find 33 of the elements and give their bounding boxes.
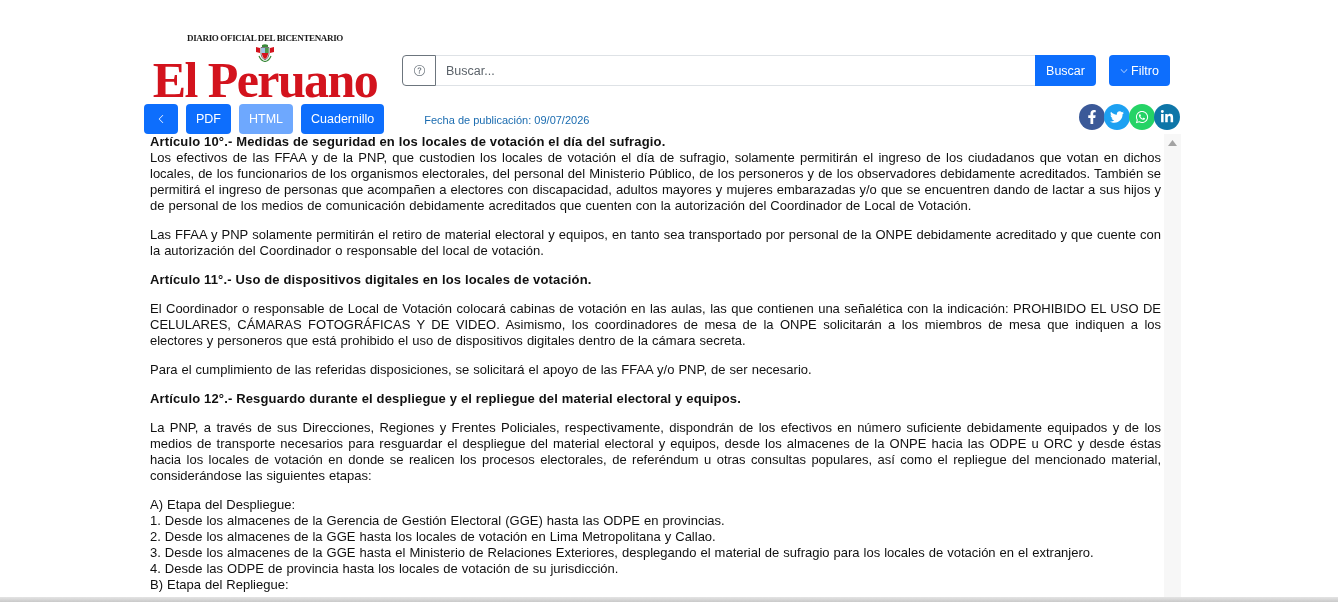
scroll-up-arrow-icon[interactable] <box>1168 140 1177 146</box>
list-line: 3. Desde los almacenes de la GGE hasta el Ministerio de Relaciones Exteriores, desplegando el material de sufragio para los locales de votación en el extranjero. <box>150 545 1095 561</box>
chevron-left-icon <box>156 114 166 124</box>
masthead-logo-text: El Peruano <box>152 62 378 98</box>
article-paragraph: La PNP, a través de sus Direcciones, Regiones y Frentes Policiales, respectivamente, dispondrán de los efectivos en número suficiente debidamente equipados y de los medios de transporte necesarios para resguardar el despliegue del material electoral y equipos, desde los almacenes de la ONPE hacia las ODPE u ORC y desde éstas hacia los locales de votación en donde se realicen los procesos electorales, de referéndum u otras consultas populares, así como el repliegue del mencionado material, considerándose las siguientes etapas: <box>150 420 1161 484</box>
search-field[interactable]: Buscar... <box>436 55 1035 86</box>
article-heading: Artículo 10°.- Medidas de seguridad en los locales de votación el día del sufragio. <box>150 134 667 150</box>
help-icon <box>413 65 425 76</box>
article-heading: Artículo 11°.- Uso de dispositivos digitales en los locales de votación. <box>150 272 593 288</box>
article-paragraph: Las FFAA y PNP solamente permitirán el retiro de material electoral y equipos, en tanto sea transportado por personal de la ONPE debidamente acreditado y que cuente con la autorización del Coordinador o responsable del local de votación. <box>150 227 1161 259</box>
search-button[interactable]: Buscar <box>1035 55 1096 86</box>
masthead-tagline: DIARIO OFICIAL DEL BICENTENARIO <box>187 33 343 43</box>
list-line: 2. Desde los almacenes de la GGE hasta los locales de votación en Lima Metropolitana y Callao. <box>150 529 717 545</box>
article-paragraph: Los efectivos de las FFAA y de la PNP, que custodien los locales de votación el día de sufragio, solamente permitirán el ingreso de los ciudadanos que votan en dichos locales, de los funcionarios de los organismos electorales, del personal del Ministerio Público, de los personeros y de los observadores debidamente acreditados. También se permitirá el ingreso de personas que acompañen a electores con discapacidad, adultos mayores y mujeres embarazadas y/o que se encuentren dando de lactar a sus hijos y de personal de los medios de comunicación debidamente acreditados que cuenten con la autorización del Coordinador de Local de Votación. <box>150 150 1161 214</box>
list-line: 1. Desde los almacenes de la Gerencia de Gestión Electoral (GGE) hasta las ODPE en provincias. <box>150 513 726 529</box>
article-paragraph: El Coordinador o responsable de Local de Votación colocará cabinas de votación en las aulas, las que contienen una señalética con la indicación: PROHIBIDO EL USO DE CELULARES, CÁMARAS FOTOGRÁFICAS Y DE VIDEO. Asimismo, los coordinadores de mesa de la ONPE solicitarán a los miembros de mesa que indiquen a los electores y personeros que está prohibido el uso de dispositivos digitales dentro de la cámara secreta. <box>150 301 1161 349</box>
filter-button[interactable]: Filtro <box>1109 55 1170 86</box>
scrollbar[interactable] <box>1164 134 1181 597</box>
view-tab[interactable]: PDF <box>186 104 231 134</box>
article-heading: Artículo 12°.- Resguardo durante el despliegue y el repliegue del material electoral y equipos. <box>150 391 742 407</box>
publication-date: Fecha de publicación: 09/07/2026 <box>424 114 590 126</box>
help-button[interactable] <box>402 55 436 86</box>
article-paragraph: Para el cumplimiento de las referidas disposiciones, se solicitará el apoyo de las FFAA y/o PNP, de ser necesario. <box>150 362 813 378</box>
coat-of-arms-icon <box>255 44 275 62</box>
list-line: B) Etapa del Repliegue: <box>150 577 290 593</box>
back-button[interactable] <box>144 104 178 134</box>
list-line: 4. Desde las ODPE de provincia hasta los locales de votación de su jurisdicción. <box>150 561 620 577</box>
twitter-icon[interactable] <box>1104 104 1130 130</box>
view-tab[interactable]: HTML <box>239 104 294 134</box>
list-line: A) Etapa del Despliegue: <box>150 497 296 513</box>
linkedin-icon[interactable] <box>1154 104 1180 130</box>
facebook-icon[interactable] <box>1079 104 1105 130</box>
view-tab[interactable]: Cuadernillo <box>301 104 385 134</box>
